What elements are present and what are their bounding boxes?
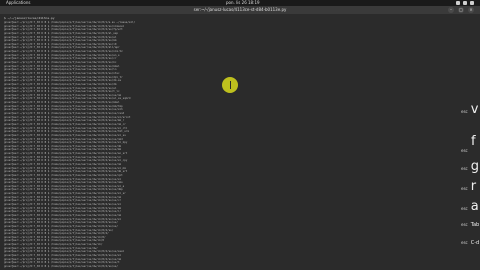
volume-icon[interactable]	[463, 1, 467, 5]
network-icon[interactable]	[456, 1, 460, 5]
maximize-icon[interactable]: □	[458, 7, 464, 13]
minimize-icon[interactable]: –	[448, 7, 454, 13]
terminal-output[interactable]: $ ~/~/janusz/lucas/4113ce.py gnusr@ser:~…	[0, 14, 480, 270]
system-tray[interactable]	[456, 0, 474, 5]
window-title: ser:~/-/janusz-lucas/4113ce-st-d84-b0113…	[193, 7, 287, 12]
terminal-line: gnusr@ser:~/proj/6:7_38 D B $ /home/popi…	[4, 264, 118, 268]
mouse-cursor-highlight	[222, 77, 238, 93]
terminal-prompt: $ ~/~/janusz/lucas/4113ce.py	[4, 16, 55, 20]
window-controls: – □ ×	[448, 7, 474, 13]
terminal-titlebar: ser:~/-/janusz-lucas/4113ce-st-d84-b0113…	[0, 6, 480, 14]
output-lines: gnusr@ser:~/proj/6:7_38 D B $ /home/popi…	[4, 21, 204, 269]
text-cursor-icon	[229, 81, 231, 89]
close-icon[interactable]: ×	[468, 7, 474, 13]
power-icon[interactable]	[470, 1, 474, 5]
